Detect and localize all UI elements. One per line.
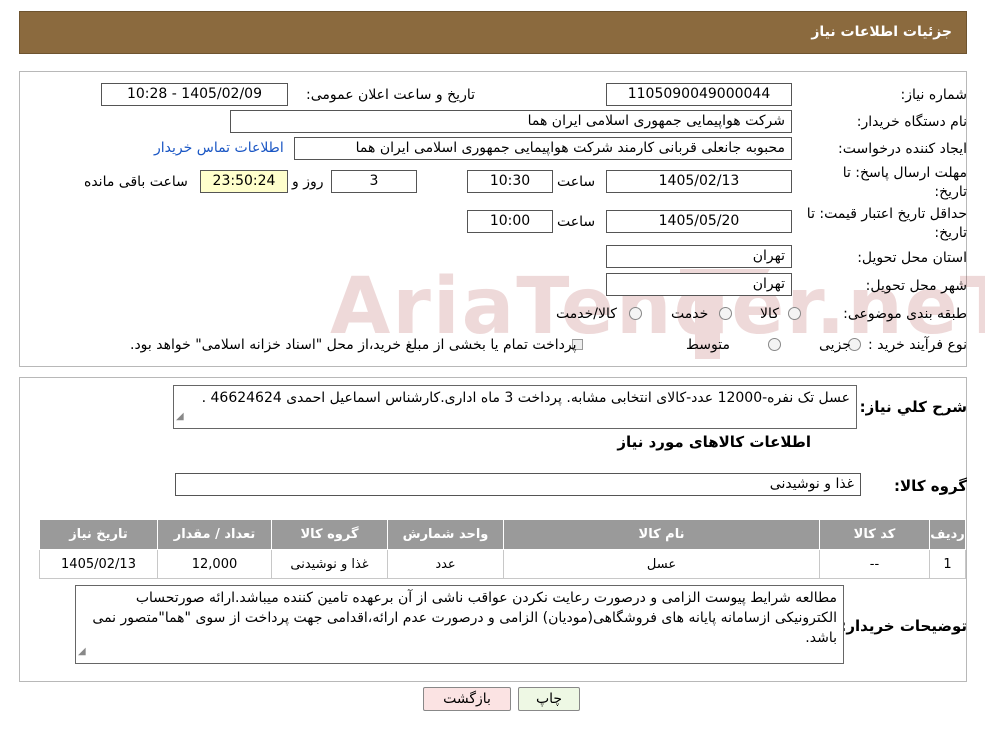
deadline-date-field[interactable]: 1405/02/13 <box>606 170 792 193</box>
days-word: روز و <box>292 174 324 190</box>
category-label: طبقه بندی موضوعی: <box>843 306 967 322</box>
need-number-field[interactable]: 1105090049000044 <box>606 83 792 106</box>
remaining-word: ساعت باقی مانده <box>84 174 188 190</box>
resize-grip-icon[interactable]: ◢ <box>176 407 184 427</box>
col-name: نام کالا <box>503 519 820 550</box>
validity-time-field[interactable]: 10:00 <box>467 210 553 233</box>
cell-unit: عدد <box>387 549 504 579</box>
cell-group: غذا و نوشیدنی <box>271 549 388 579</box>
buyer-notes-text: مطالعه شرایط پیوست الزامی و درصورت رعایت… <box>92 590 837 646</box>
category-radio-service[interactable] <box>719 307 732 320</box>
remaining-days-field[interactable]: 3 <box>331 170 417 193</box>
city-label: شهر محل تحویل: <box>865 278 967 294</box>
cell-code: -- <box>819 549 930 579</box>
back-button[interactable]: بازگشت <box>423 687 511 711</box>
process-option-partial: جزیی <box>819 337 851 353</box>
summary-textarea[interactable]: عسل تک نفره-12000 عدد-کالای انتخابی مشاب… <box>173 385 857 429</box>
category-option-goods-service: کالا/خدمت <box>556 306 617 322</box>
creator-field[interactable]: محبوبه جانعلی قربانی کارمند شرکت هواپیما… <box>294 137 792 160</box>
table-row[interactable]: 1 -- عسل عدد غذا و نوشیدنی 12,000 1405/0… <box>39 549 966 579</box>
cell-need-date: 1405/02/13 <box>39 549 158 579</box>
city-field[interactable]: تهران <box>606 273 792 296</box>
buyer-notes-label: توضیحات خریدار: <box>840 617 967 635</box>
goods-group-field[interactable]: غذا و نوشیدنی <box>175 473 861 496</box>
process-label: نوع فرآیند خرید : <box>868 337 967 353</box>
goods-table: ردیف کد کالا نام کالا واحد شمارش گروه کا… <box>39 519 966 579</box>
col-code: کد کالا <box>819 519 930 550</box>
goods-section-title: اطلاعات کالاهای مورد نیاز <box>617 433 811 451</box>
category-radio-goods-service[interactable] <box>629 307 642 320</box>
col-need-date: تاریخ نیاز <box>39 519 158 550</box>
col-group: گروه کالا <box>271 519 388 550</box>
category-option-service: خدمت <box>671 306 709 322</box>
col-quantity: تعداد / مقدار <box>157 519 272 550</box>
deadline-label: مهلت ارسال پاسخ: تا <box>842 165 967 181</box>
process-option-medium: متوسط <box>686 337 730 353</box>
print-button[interactable]: چاپ <box>518 687 580 711</box>
process-note: پرداخت تمام یا بخشی از مبلغ خرید،از محل … <box>130 337 577 353</box>
validity-label-date: تاریخ: <box>934 225 967 241</box>
summary-label: شرح کلي نياز: <box>859 398 967 416</box>
goods-group-label: گروه کالا: <box>894 477 967 495</box>
province-label: استان محل تحویل: <box>857 250 967 266</box>
creator-label: ایجاد کننده درخواست: <box>838 141 967 157</box>
deadline-time-word: ساعت <box>557 174 596 190</box>
summary-text: عسل تک نفره-12000 عدد-کالای انتخابی مشاب… <box>201 390 850 406</box>
need-number-label: شماره نیاز: <box>900 87 968 103</box>
page-header: جزئیات اطلاعات نیاز <box>19 11 967 54</box>
validity-time-word: ساعت <box>557 214 596 230</box>
page-title: جزئیات اطلاعات نیاز <box>811 24 952 40</box>
col-unit: واحد شمارش <box>387 519 504 550</box>
buyer-org-field[interactable]: شرکت هواپیمایی جمهوری اسلامی ایران هما <box>230 110 792 133</box>
category-radio-goods[interactable] <box>788 307 801 320</box>
validity-date-field[interactable]: 1405/05/20 <box>606 210 792 233</box>
resize-grip-icon[interactable]: ◢ <box>78 642 86 662</box>
buyer-notes-textarea[interactable]: مطالعه شرایط پیوست الزامی و درصورت رعایت… <box>75 585 844 664</box>
category-option-goods: کالا <box>760 306 779 322</box>
cell-row: 1 <box>929 549 966 579</box>
remaining-time-field: 23:50:24 <box>200 170 288 193</box>
validity-label: حداقل تاریخ اعتبار قیمت: تا <box>806 206 967 222</box>
buyer-org-label: نام دستگاه خریدار: <box>856 114 967 130</box>
col-row: ردیف <box>929 519 966 550</box>
goods-table-header: ردیف کد کالا نام کالا واحد شمارش گروه کا… <box>39 519 966 550</box>
announce-datetime-label: تاریخ و ساعت اعلان عمومی: <box>306 87 475 103</box>
province-field[interactable]: تهران <box>606 245 792 268</box>
announce-datetime-field[interactable]: 1405/02/09 - 10:28 <box>101 83 288 106</box>
process-radio-medium[interactable] <box>768 338 781 351</box>
deadline-label-date: تاریخ: <box>934 184 967 200</box>
cell-name: عسل <box>503 549 820 579</box>
deadline-time-field[interactable]: 10:30 <box>467 170 553 193</box>
buyer-contact-link[interactable]: اطلاعات تماس خریدار <box>154 140 284 156</box>
cell-quantity: 12,000 <box>157 549 272 579</box>
